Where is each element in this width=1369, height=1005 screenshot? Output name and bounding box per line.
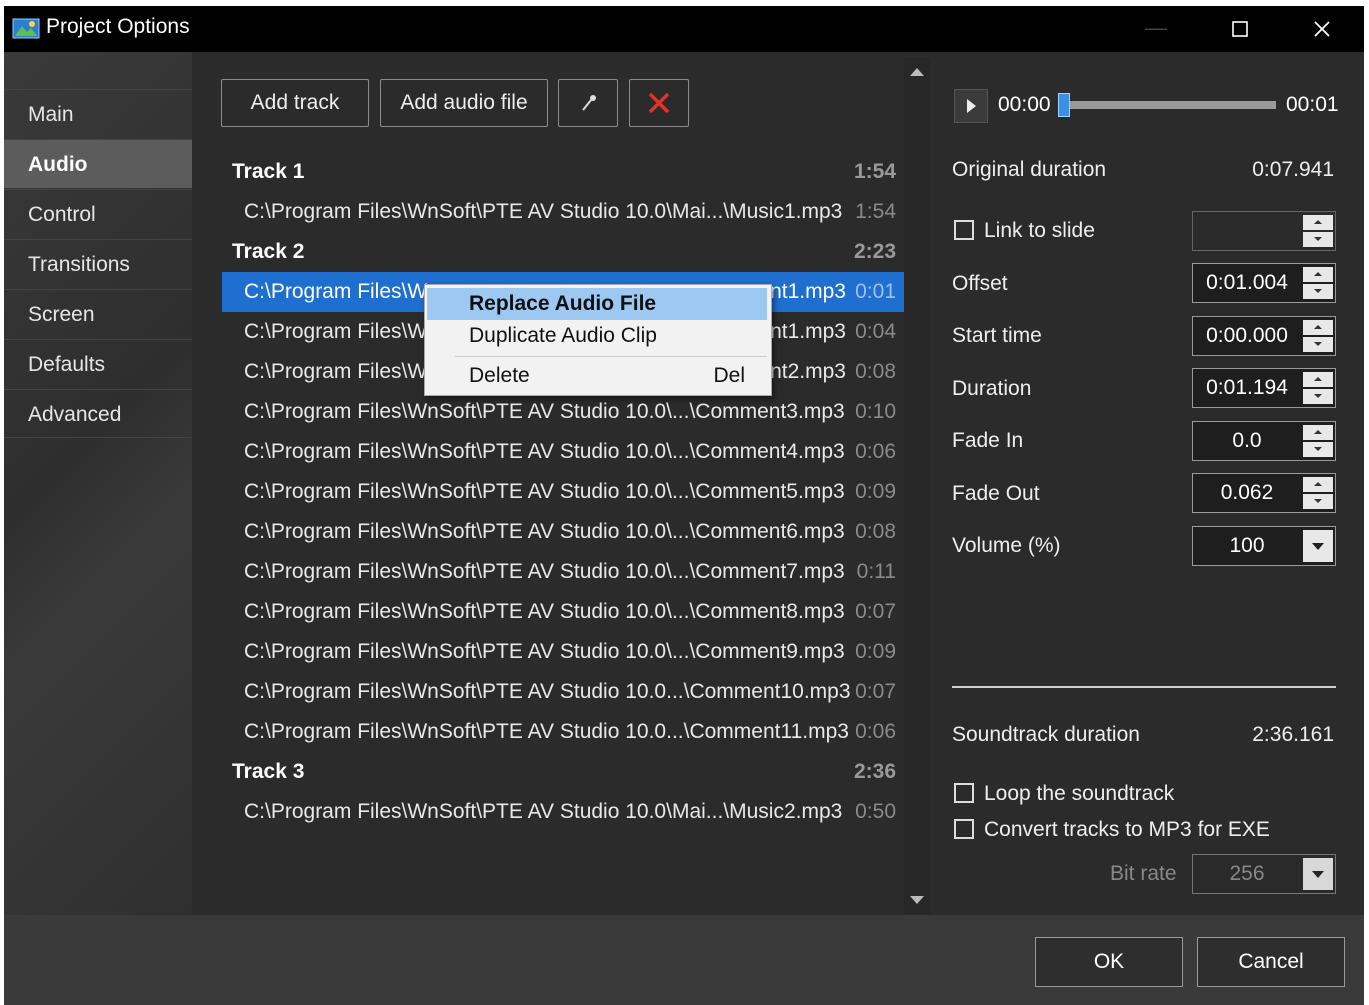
scroll-up-arrow-icon[interactable] (910, 68, 924, 76)
fade-in-field[interactable]: 0.0 (1192, 421, 1336, 461)
loop-soundtrack-label: Loop the soundtrack (984, 782, 1175, 805)
red-x-icon (646, 91, 672, 114)
window-title: Project Options (46, 15, 190, 38)
audio-clip-row[interactable]: C:\Program Files\WnSoft\PTE AV Studio 10… (222, 712, 904, 752)
track-header[interactable]: Track 2 2:23 (222, 232, 904, 272)
bit-rate-label: Bit rate (1110, 862, 1177, 885)
current-time: 00:00 (998, 93, 1051, 116)
start-time-label: Start time (952, 324, 1042, 347)
end-time: 00:01 (1286, 93, 1339, 116)
delete-clip-button[interactable] (629, 79, 689, 127)
sidebar-item-main[interactable]: Main (4, 89, 192, 138)
playback-slider-thumb[interactable] (1058, 93, 1070, 117)
spin-down-icon[interactable] (1303, 284, 1333, 299)
audio-clip-row[interactable]: C:\Program Files\WnSoft\PTE AV Studio 10… (222, 392, 904, 432)
sidebar-item-control[interactable]: Control (4, 189, 192, 238)
volume-label: Volume (%) (952, 534, 1061, 557)
play-button[interactable] (954, 89, 988, 123)
link-to-slide-checkbox[interactable] (954, 220, 974, 240)
spin-up-icon[interactable] (1303, 320, 1333, 335)
section-divider (952, 686, 1336, 688)
title-bar: Project Options — (4, 6, 1364, 52)
original-duration-label: Original duration (952, 158, 1107, 181)
sidebar-item-defaults[interactable]: Defaults (4, 339, 192, 388)
spin-up-icon[interactable] (1303, 267, 1333, 282)
record-button[interactable] (558, 79, 618, 127)
sidebar-item-screen[interactable]: Screen (4, 289, 192, 338)
audio-clip-row[interactable]: C:\Program Files\WnSoft\PTE AV Studio 10… (222, 512, 904, 552)
sidebar-item-advanced[interactable]: Advanced (4, 389, 192, 438)
menu-item-replace-audio-file[interactable]: Replace Audio File (427, 288, 767, 320)
minimize-button[interactable]: — (1126, 6, 1186, 52)
spin-down-icon[interactable] (1303, 389, 1333, 404)
spin-down-icon[interactable] (1303, 232, 1333, 247)
spin-down-icon[interactable] (1303, 337, 1333, 352)
audio-clip-row[interactable]: C:\Program Files\WnSoft\PTE AV Studio 10… (222, 472, 904, 512)
close-button[interactable] (1292, 6, 1352, 52)
start-time-field[interactable]: 0:00.000 (1192, 316, 1336, 356)
playback-slider[interactable] (1064, 101, 1276, 109)
link-to-slide-label: Link to slide (984, 219, 1095, 242)
sidebar: Main Audio Control Transitions Screen De… (4, 52, 192, 915)
audio-clip-row[interactable]: C:\Program Files\WnSoft\PTE AV Studio 10… (222, 592, 904, 632)
convert-mp3-label: Convert tracks to MP3 for EXE (984, 818, 1270, 841)
audio-clip-row[interactable]: C:\Program Files\WnSoft\PTE AV Studio 10… (222, 632, 904, 672)
bit-rate-select[interactable]: 256 (1192, 854, 1336, 894)
fade-in-label: Fade In (952, 429, 1024, 452)
spin-up-icon[interactable] (1303, 215, 1333, 230)
loop-soundtrack-checkbox[interactable] (954, 783, 974, 803)
sidebar-item-audio[interactable]: Audio (4, 139, 192, 188)
fade-out-label: Fade Out (952, 482, 1040, 505)
track-header[interactable]: Track 3 2:36 (222, 752, 904, 792)
offset-label: Offset (952, 272, 1008, 295)
convert-mp3-checkbox[interactable] (954, 819, 974, 839)
audio-clip-row[interactable]: C:\Program Files\WnSoft\PTE AV Studio 10… (222, 432, 904, 472)
menu-item-delete[interactable]: Delete Del (427, 360, 767, 392)
offset-field[interactable]: 0:01.004 (1192, 263, 1336, 303)
spin-up-icon[interactable] (1303, 477, 1333, 492)
spin-down-icon[interactable] (1303, 442, 1333, 457)
original-duration-value: 0:07.941 (1252, 158, 1334, 181)
audio-clip-row[interactable]: C:\Program Files\WnSoft\PTE AV Studio 10… (222, 792, 904, 832)
ok-button[interactable]: OK (1035, 937, 1183, 987)
add-track-button[interactable]: Add track (221, 79, 369, 127)
audio-clip-row[interactable]: C:\Program Files\WnSoft\PTE AV Studio 10… (222, 192, 904, 232)
spin-up-icon[interactable] (1303, 372, 1333, 387)
audio-clip-row[interactable]: C:\Program Files\WnSoft\PTE AV Studio 10… (222, 672, 904, 712)
track-header[interactable]: Track 1 1:54 (222, 152, 904, 192)
volume-select[interactable]: 100 (1192, 526, 1336, 566)
audio-clip-row[interactable]: C:\Program Files\WnSoft\PTE AV Studio 10… (222, 552, 904, 592)
menu-item-duplicate-audio-clip[interactable]: Duplicate Audio Clip (427, 320, 767, 352)
soundtrack-duration-label: Soundtrack duration (952, 723, 1140, 746)
app-icon (12, 16, 40, 40)
dropdown-arrow-icon[interactable] (1303, 530, 1333, 562)
spin-down-icon[interactable] (1303, 494, 1333, 509)
cancel-button[interactable]: Cancel (1197, 937, 1345, 987)
soundtrack-duration-value: 2:36.161 (1252, 723, 1334, 746)
add-audio-file-button[interactable]: Add audio file (380, 79, 548, 127)
microphone-icon (576, 91, 600, 114)
link-to-slide-field[interactable] (1192, 211, 1336, 251)
spin-up-icon[interactable] (1303, 425, 1333, 440)
duration-field[interactable]: 0:01.194 (1192, 368, 1336, 408)
menu-separator (455, 356, 767, 357)
sidebar-item-transitions[interactable]: Transitions (4, 239, 192, 288)
scroll-down-arrow-icon[interactable] (910, 896, 924, 904)
maximize-button[interactable] (1210, 6, 1270, 52)
project-options-window: Project Options — Main Audio Control Tra… (4, 6, 1364, 1005)
duration-label: Duration (952, 377, 1032, 400)
track-list-scrollbar[interactable] (904, 58, 930, 914)
context-menu: Replace Audio File Duplicate Audio Clip … (424, 284, 772, 396)
fade-out-field[interactable]: 0.062 (1192, 473, 1336, 513)
dropdown-arrow-icon[interactable] (1303, 858, 1333, 890)
